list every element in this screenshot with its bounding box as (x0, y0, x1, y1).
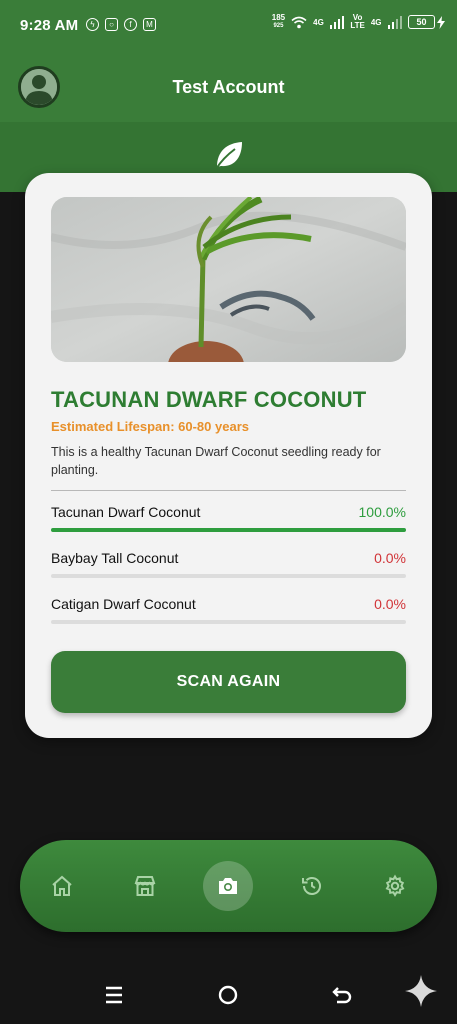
nav-home[interactable] (42, 866, 82, 906)
back-button[interactable] (329, 982, 355, 1008)
prediction-row: Catigan Dwarf Coconut 0.0% (51, 596, 406, 636)
status-bar: 9:28 AM ϟ ○ f M 185 925 4G Vo LTE 4G 50 (0, 0, 457, 50)
nav-camera[interactable] (203, 861, 253, 911)
plant-name: TACUNAN DWARF COCONUT (51, 387, 367, 412)
prediction-label: Catigan Dwarf Coconut (51, 596, 196, 612)
volte-bottom: LTE (350, 21, 365, 30)
sim2-network: 4G (370, 17, 382, 27)
history-icon (302, 877, 321, 895)
plant-photo (51, 197, 406, 362)
prediction-value: 0.0% (374, 550, 406, 566)
home-icon (52, 875, 72, 896)
prediction-row: Baybay Tall Coconut 0.0% (51, 550, 406, 590)
prediction-label: Baybay Tall Coconut (51, 550, 179, 566)
charging-icon (437, 15, 445, 29)
prediction-value: 0.0% (374, 596, 406, 612)
sim1-network: 4G (313, 17, 324, 27)
scan-again-button[interactable]: SCAN AGAIN (51, 651, 406, 713)
circle-icon (218, 985, 238, 1005)
app-screen: 9:28 AM ϟ ○ f M 185 925 4G Vo LTE 4G 50 … (0, 0, 457, 1024)
messenger-icon: ϟ (86, 18, 99, 31)
page-title: Test Account (172, 77, 285, 97)
prediction-label: Tacunan Dwarf Coconut (51, 504, 201, 520)
net-speed-bottom: 925 (273, 23, 284, 29)
battery-indicator: 50 (408, 15, 445, 29)
prediction-value: 100.0% (358, 504, 406, 520)
net-speed-top: 185 (271, 13, 286, 22)
prediction-bar (51, 528, 406, 532)
settings-icon (385, 874, 405, 897)
volte-indicator: Vo LTE (350, 14, 365, 30)
prediction-bar-fill (51, 528, 406, 532)
signal-icon-2 (387, 15, 402, 29)
notification-icons: ϟ ○ f M (86, 18, 156, 31)
nav-settings[interactable] (375, 866, 415, 906)
instagram-icon: ○ (105, 18, 118, 31)
back-icon (332, 987, 352, 1004)
facebook-icon: f (124, 18, 137, 31)
result-card: TACUNAN DWARF COCONUT Estimated Lifespan… (25, 173, 432, 738)
network-speed: 185 925 (272, 14, 285, 30)
menu-icon (106, 986, 122, 1004)
sparkle-icon (405, 975, 437, 1007)
status-time: 9:28 AM (20, 17, 79, 34)
prediction-row: Tacunan Dwarf Coconut 100.0% (51, 504, 406, 544)
recents-button[interactable] (101, 982, 127, 1008)
app-header: Test Account (0, 50, 457, 122)
status-indicators: 185 925 4G Vo LTE 4G 50 (272, 14, 445, 30)
nav-store[interactable] (125, 866, 165, 906)
prediction-bar (51, 574, 406, 578)
lifespan: Estimated Lifespan: 60-80 years (51, 419, 249, 434)
gmail-icon: M (143, 18, 156, 31)
bottom-nav (20, 840, 437, 932)
wifi-icon (291, 16, 307, 28)
system-nav (0, 966, 457, 1024)
signal-icon (329, 15, 345, 29)
description: This is a healthy Tacunan Dwarf Coconut … (51, 445, 381, 477)
leaf-icon (215, 142, 242, 170)
prediction-bar (51, 620, 406, 624)
home-button[interactable] (215, 982, 241, 1008)
nav-history[interactable] (292, 866, 332, 906)
store-icon (134, 876, 156, 896)
divider (51, 490, 406, 491)
assistant-button[interactable] (404, 974, 438, 1008)
battery-level: 50 (408, 15, 435, 29)
camera-icon (219, 878, 237, 894)
